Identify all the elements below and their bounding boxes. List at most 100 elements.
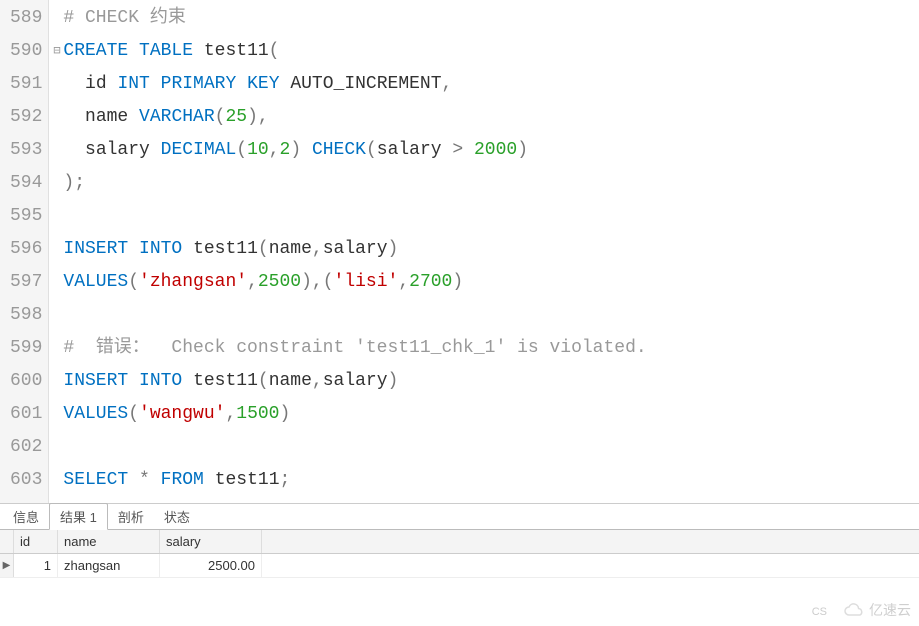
line-number-gutter: 5895905915925935945955965975985996006016… <box>0 0 49 503</box>
col-header-id[interactable]: id <box>14 530 58 553</box>
code-line[interactable]: VALUES('zhangsan',2500),('lisi',2700) <box>53 266 919 299</box>
col-header-name[interactable]: name <box>58 530 160 553</box>
code-token: INTO <box>139 371 182 391</box>
code-token: INTO <box>139 239 182 259</box>
line-number: 602 <box>10 431 42 464</box>
fold-spacer <box>53 365 63 398</box>
code-line[interactable]: SELECT * FROM test11; <box>53 464 919 497</box>
code-token <box>150 470 161 490</box>
code-token: * <box>139 470 150 490</box>
code-token: PRIMARY <box>161 74 237 94</box>
code-token: , <box>442 74 453 94</box>
code-token: # CHECK 约束 <box>63 8 185 28</box>
code-token: FROM <box>161 470 204 490</box>
cell-salary[interactable]: 2500.00 <box>160 554 262 577</box>
tab-info[interactable]: 信息 <box>3 504 49 529</box>
cloud-icon <box>843 602 865 618</box>
code-token: , <box>312 272 323 292</box>
fold-toggle-icon[interactable]: ⊟ <box>53 35 63 68</box>
code-token: name <box>269 371 312 391</box>
fold-spacer <box>53 2 63 35</box>
code-token: ( <box>258 371 269 391</box>
code-token <box>63 74 85 94</box>
code-line[interactable]: INSERT INTO test11(name,salary) <box>53 233 919 266</box>
line-number: 593 <box>10 134 42 167</box>
fold-spacer <box>53 134 63 167</box>
code-token: id <box>85 74 107 94</box>
code-token: test11 <box>193 371 258 391</box>
code-token: TABLE <box>139 41 193 61</box>
line-number: 596 <box>10 233 42 266</box>
code-line[interactable] <box>53 200 919 233</box>
code-line[interactable]: # CHECK 约束 <box>53 2 919 35</box>
result-grid[interactable]: id name salary ▶1zhangsan2500.00 <box>0 530 919 578</box>
code-token: ( <box>258 239 269 259</box>
code-token: > <box>442 140 474 160</box>
code-token: VARCHAR <box>139 107 215 127</box>
fold-spacer <box>53 266 63 299</box>
code-line[interactable]: salary DECIMAL(10,2) CHECK(salary > 2000… <box>53 134 919 167</box>
line-number: 590 <box>10 35 42 68</box>
code-token: CHECK <box>312 140 366 160</box>
results-tabs: 信息 结果 1 剖析 状态 <box>0 504 919 530</box>
fold-spacer <box>53 398 63 431</box>
code-token: ( <box>269 41 280 61</box>
code-area[interactable]: # CHECK 约束 ⊟CREATE TABLE test11( id INT P… <box>49 0 919 503</box>
code-line[interactable] <box>53 431 919 464</box>
code-token <box>63 107 85 127</box>
code-editor[interactable]: 5895905915925935945955965975985996006016… <box>0 0 919 503</box>
code-token <box>128 239 139 259</box>
code-token <box>107 74 118 94</box>
code-token <box>150 74 161 94</box>
line-number: 603 <box>10 464 42 497</box>
code-token: # 错误： Check constraint 'test11_chk_1' is… <box>63 338 646 358</box>
code-line[interactable]: ); <box>53 167 919 200</box>
code-token: SELECT <box>63 470 128 490</box>
code-token <box>301 140 312 160</box>
code-token <box>150 140 161 160</box>
code-token: salary <box>85 140 150 160</box>
cell-id[interactable]: 1 <box>14 554 58 577</box>
code-token: 2 <box>280 140 291 160</box>
code-token: VALUES <box>63 404 128 424</box>
cell-name[interactable]: zhangsan <box>58 554 160 577</box>
code-token: 'zhangsan' <box>139 272 247 292</box>
code-token: , <box>398 272 409 292</box>
code-line[interactable]: INSERT INTO test11(name,salary) <box>53 365 919 398</box>
code-token: 'wangwu' <box>139 404 225 424</box>
code-line[interactable]: ⊟CREATE TABLE test11( <box>53 35 919 68</box>
row-pointer-icon[interactable]: ▶ <box>0 554 14 577</box>
code-token: ) <box>388 239 399 259</box>
code-token: ( <box>215 107 226 127</box>
table-row[interactable]: ▶1zhangsan2500.00 <box>0 554 919 578</box>
code-line[interactable]: id INT PRIMARY KEY AUTO_INCREMENT, <box>53 68 919 101</box>
line-number: 599 <box>10 332 42 365</box>
code-token: ( <box>366 140 377 160</box>
code-token: , <box>312 239 323 259</box>
code-token: test11 <box>193 239 258 259</box>
code-token <box>63 140 85 160</box>
code-token <box>204 470 215 490</box>
code-line[interactable]: # 错误： Check constraint 'test11_chk_1' is… <box>53 332 919 365</box>
code-line[interactable] <box>53 299 919 332</box>
code-line[interactable]: VALUES('wangwu',1500) <box>53 398 919 431</box>
code-token: INT <box>117 74 149 94</box>
col-header-salary[interactable]: salary <box>160 530 262 553</box>
watermark-text: 亿速云 <box>869 600 911 620</box>
line-number: 589 <box>10 2 42 35</box>
code-token <box>182 239 193 259</box>
code-line[interactable]: name VARCHAR(25), <box>53 101 919 134</box>
tab-status[interactable]: 状态 <box>154 504 200 529</box>
fold-spacer <box>53 464 63 497</box>
fold-spacer <box>53 431 63 464</box>
code-token <box>236 74 247 94</box>
code-token: ( <box>323 272 334 292</box>
code-token: 2500 <box>258 272 301 292</box>
fold-spacer <box>53 200 63 233</box>
code-token: ) <box>301 272 312 292</box>
tab-result-1[interactable]: 结果 1 <box>49 503 108 530</box>
code-token: ) <box>290 140 301 160</box>
line-number: 598 <box>10 299 42 332</box>
code-token: ) <box>388 371 399 391</box>
tab-profile[interactable]: 剖析 <box>108 504 154 529</box>
